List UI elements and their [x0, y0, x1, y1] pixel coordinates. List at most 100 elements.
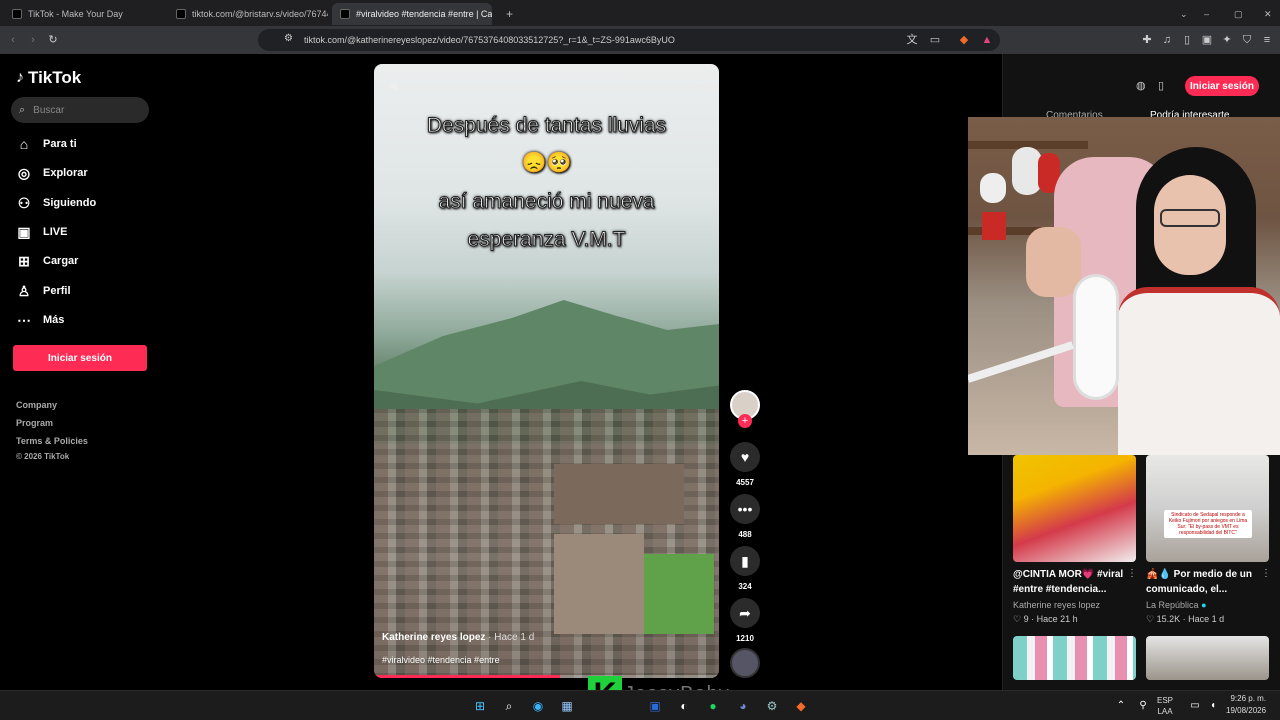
browser-tab-1[interactable]: TikTok - Make Your Day: [4, 3, 164, 25]
more-options-icon[interactable]: ⋮: [1127, 568, 1137, 579]
volume-icon[interactable]: ◀: [388, 78, 397, 92]
taskbar-clock[interactable]: 9:26 p. m. 19/08/2026: [1226, 693, 1266, 717]
nav-item-cargar[interactable]: ⊞ Cargar: [16, 253, 78, 269]
steam-icon[interactable]: ⚙: [762, 696, 782, 716]
following-icon: ⚇: [17, 195, 31, 211]
comment-button[interactable]: ••• 488: [730, 494, 760, 539]
cast-icon[interactable]: ▭: [928, 33, 942, 47]
tiktok-note-icon: ♪: [16, 69, 24, 86]
browser-tab-2[interactable]: tiktok.com/@bristarv.s/video/76744: [168, 3, 328, 25]
back-icon[interactable]: ‹: [6, 33, 20, 47]
browser-tab-bar: TikTok - Make Your Day tiktok.com/@brist…: [0, 0, 1280, 26]
more-icon: ⋯: [17, 312, 31, 328]
person-hand: [1026, 227, 1081, 297]
login-button[interactable]: Iniciar sesión: [13, 345, 147, 371]
nav-label: LIVE: [43, 226, 68, 238]
creator-avatar[interactable]: +: [730, 390, 760, 428]
footer-link-program[interactable]: Program: [16, 418, 53, 428]
share-button[interactable]: ➦ 1210: [730, 598, 760, 643]
forward-icon[interactable]: ›: [26, 33, 40, 47]
vpn-icon[interactable]: ⛉: [1240, 33, 1254, 47]
live-icon: ▣: [17, 224, 31, 240]
follow-plus-icon[interactable]: +: [738, 414, 752, 428]
person-shirt: [1118, 287, 1280, 455]
minimize-icon[interactable]: –: [1196, 3, 1212, 25]
nav-item-live[interactable]: ▣ LIVE: [16, 224, 67, 240]
volume-tray-icon[interactable]: ◖: [1203, 696, 1223, 716]
wallet-icon[interactable]: ▣: [1200, 33, 1214, 47]
recommended-thumbnail-3[interactable]: [1013, 636, 1136, 680]
app-icon[interactable]: ◐: [674, 696, 694, 716]
mic-tray-icon[interactable]: ⚲: [1133, 696, 1153, 716]
network-icon[interactable]: ▭: [1185, 696, 1205, 716]
video-caption-line2: así amaneció mi nueva: [438, 190, 655, 214]
site-info-icon[interactable]: ⚙: [284, 33, 293, 44]
recommended-thumbnail-2[interactable]: Sindicato de Sedapal responde a Keiko Fu…: [1146, 455, 1269, 562]
video-author-name: Katherine reyes lopez: [382, 632, 486, 643]
reload-icon[interactable]: ↻: [46, 33, 60, 47]
tray-chevron-icon[interactable]: ⌃: [1111, 696, 1131, 716]
extensions-icon[interactable]: ✚: [1140, 33, 1154, 47]
nav-item-para-ti[interactable]: ⌂ Para ti: [16, 136, 77, 152]
brave-icon[interactable]: ◆: [791, 696, 811, 716]
tiktok-favicon-icon: [340, 9, 350, 19]
more-options-icon[interactable]: ⋮: [1261, 568, 1271, 579]
like-button[interactable]: ♥ 4557: [730, 442, 760, 487]
media-icon[interactable]: ♫: [1160, 33, 1174, 47]
video-hashtags[interactable]: #viralvideo #tendencia #entre: [382, 655, 500, 665]
spotify-icon[interactable]: ●: [703, 696, 723, 716]
music-disc[interactable]: [730, 648, 760, 678]
recommended-meta-1: ♡ 9 · Hace 21 h: [1013, 614, 1078, 624]
browser-tab-3[interactable]: #viralvideo #tendencia #entre | Ca ✕: [332, 3, 492, 25]
nav-item-mas[interactable]: ⋯ Más: [16, 312, 64, 328]
leo-icon[interactable]: ✦: [1220, 33, 1234, 47]
tab-title: TikTok - Make Your Day: [28, 9, 123, 19]
video-scene-building: [554, 534, 644, 634]
recommended-author-1[interactable]: Katherine reyes lopez: [1013, 600, 1100, 610]
coin-icon[interactable]: ◍: [1136, 79, 1146, 92]
nav-label: Cargar: [43, 255, 79, 267]
tiktok-logo[interactable]: ♪ TikTok: [16, 68, 81, 88]
phone-icon[interactable]: ▯: [1158, 79, 1164, 92]
new-tab-button[interactable]: +: [498, 3, 514, 25]
footer-link-terms[interactable]: Terms & Policies: [16, 436, 88, 446]
footer-link-company[interactable]: Company: [16, 400, 57, 410]
video-player[interactable]: ◀ ⋯ Después de tantas lluvias 😞🥺 así ama…: [374, 64, 719, 678]
recommended-author-2[interactable]: La República ●: [1146, 600, 1207, 610]
sidebar-icon[interactable]: ▯: [1180, 33, 1194, 47]
search-input[interactable]: ⌕ Buscar: [11, 97, 149, 123]
brave-shield-icon[interactable]: ◆: [957, 33, 971, 47]
taskbar-search-icon[interactable]: ⌕: [499, 696, 519, 716]
nav-item-explorar[interactable]: ◎ Explorar: [16, 165, 88, 181]
plush-toy: [980, 173, 1006, 203]
app-icon[interactable]: ▣: [645, 696, 665, 716]
address-bar[interactable]: ⚙ tiktok.com/@katherinereyeslopez/video/…: [258, 29, 1000, 51]
video-caption-line1: Después de tantas lluvias: [426, 114, 667, 138]
verified-icon: ●: [1201, 600, 1207, 610]
recommended-thumbnail-1[interactable]: [1013, 455, 1136, 562]
language-indicator[interactable]: ESP LAA: [1157, 695, 1173, 717]
nav-item-siguiendo[interactable]: ⚇ Siguiendo: [16, 195, 96, 211]
save-button[interactable]: ▮ 324: [730, 546, 760, 591]
recommended-title-2[interactable]: 🎪💧 Por medio de un comunicado, el...: [1146, 567, 1274, 597]
translate-icon[interactable]: 文: [905, 33, 919, 47]
login-button-top[interactable]: Iniciar sesión: [1185, 76, 1259, 96]
url-text: tiktok.com/@katherinereyeslopez/video/76…: [304, 35, 675, 45]
maximize-icon[interactable]: ▢: [1226, 3, 1242, 25]
brave-rewards-icon[interactable]: ▲: [980, 33, 994, 47]
nav-item-perfil[interactable]: ♙ Perfil: [16, 283, 71, 299]
recommended-thumbnail-4[interactable]: [1146, 636, 1269, 680]
app-icon[interactable]: ▦: [557, 696, 577, 716]
microphone: [1076, 277, 1116, 397]
keyboard-layout: LAA: [1157, 707, 1173, 716]
video-author[interactable]: Katherine reyes lopez · Hace 1 d: [382, 632, 534, 643]
recommended-title-1[interactable]: @CINTIA MOR💗 #viral #entre #tendencia...: [1013, 567, 1141, 597]
tab-search-icon[interactable]: ⌄: [1172, 3, 1188, 25]
start-icon[interactable]: ⊞: [470, 696, 490, 716]
video-more-icon[interactable]: ⋯: [690, 74, 704, 91]
save-count: 324: [738, 582, 752, 591]
close-window-icon[interactable]: ✕: [1256, 3, 1272, 25]
edge-icon[interactable]: ◉: [528, 696, 548, 716]
discord-icon[interactable]: ◕: [733, 696, 753, 716]
menu-icon[interactable]: ≡: [1260, 33, 1274, 47]
